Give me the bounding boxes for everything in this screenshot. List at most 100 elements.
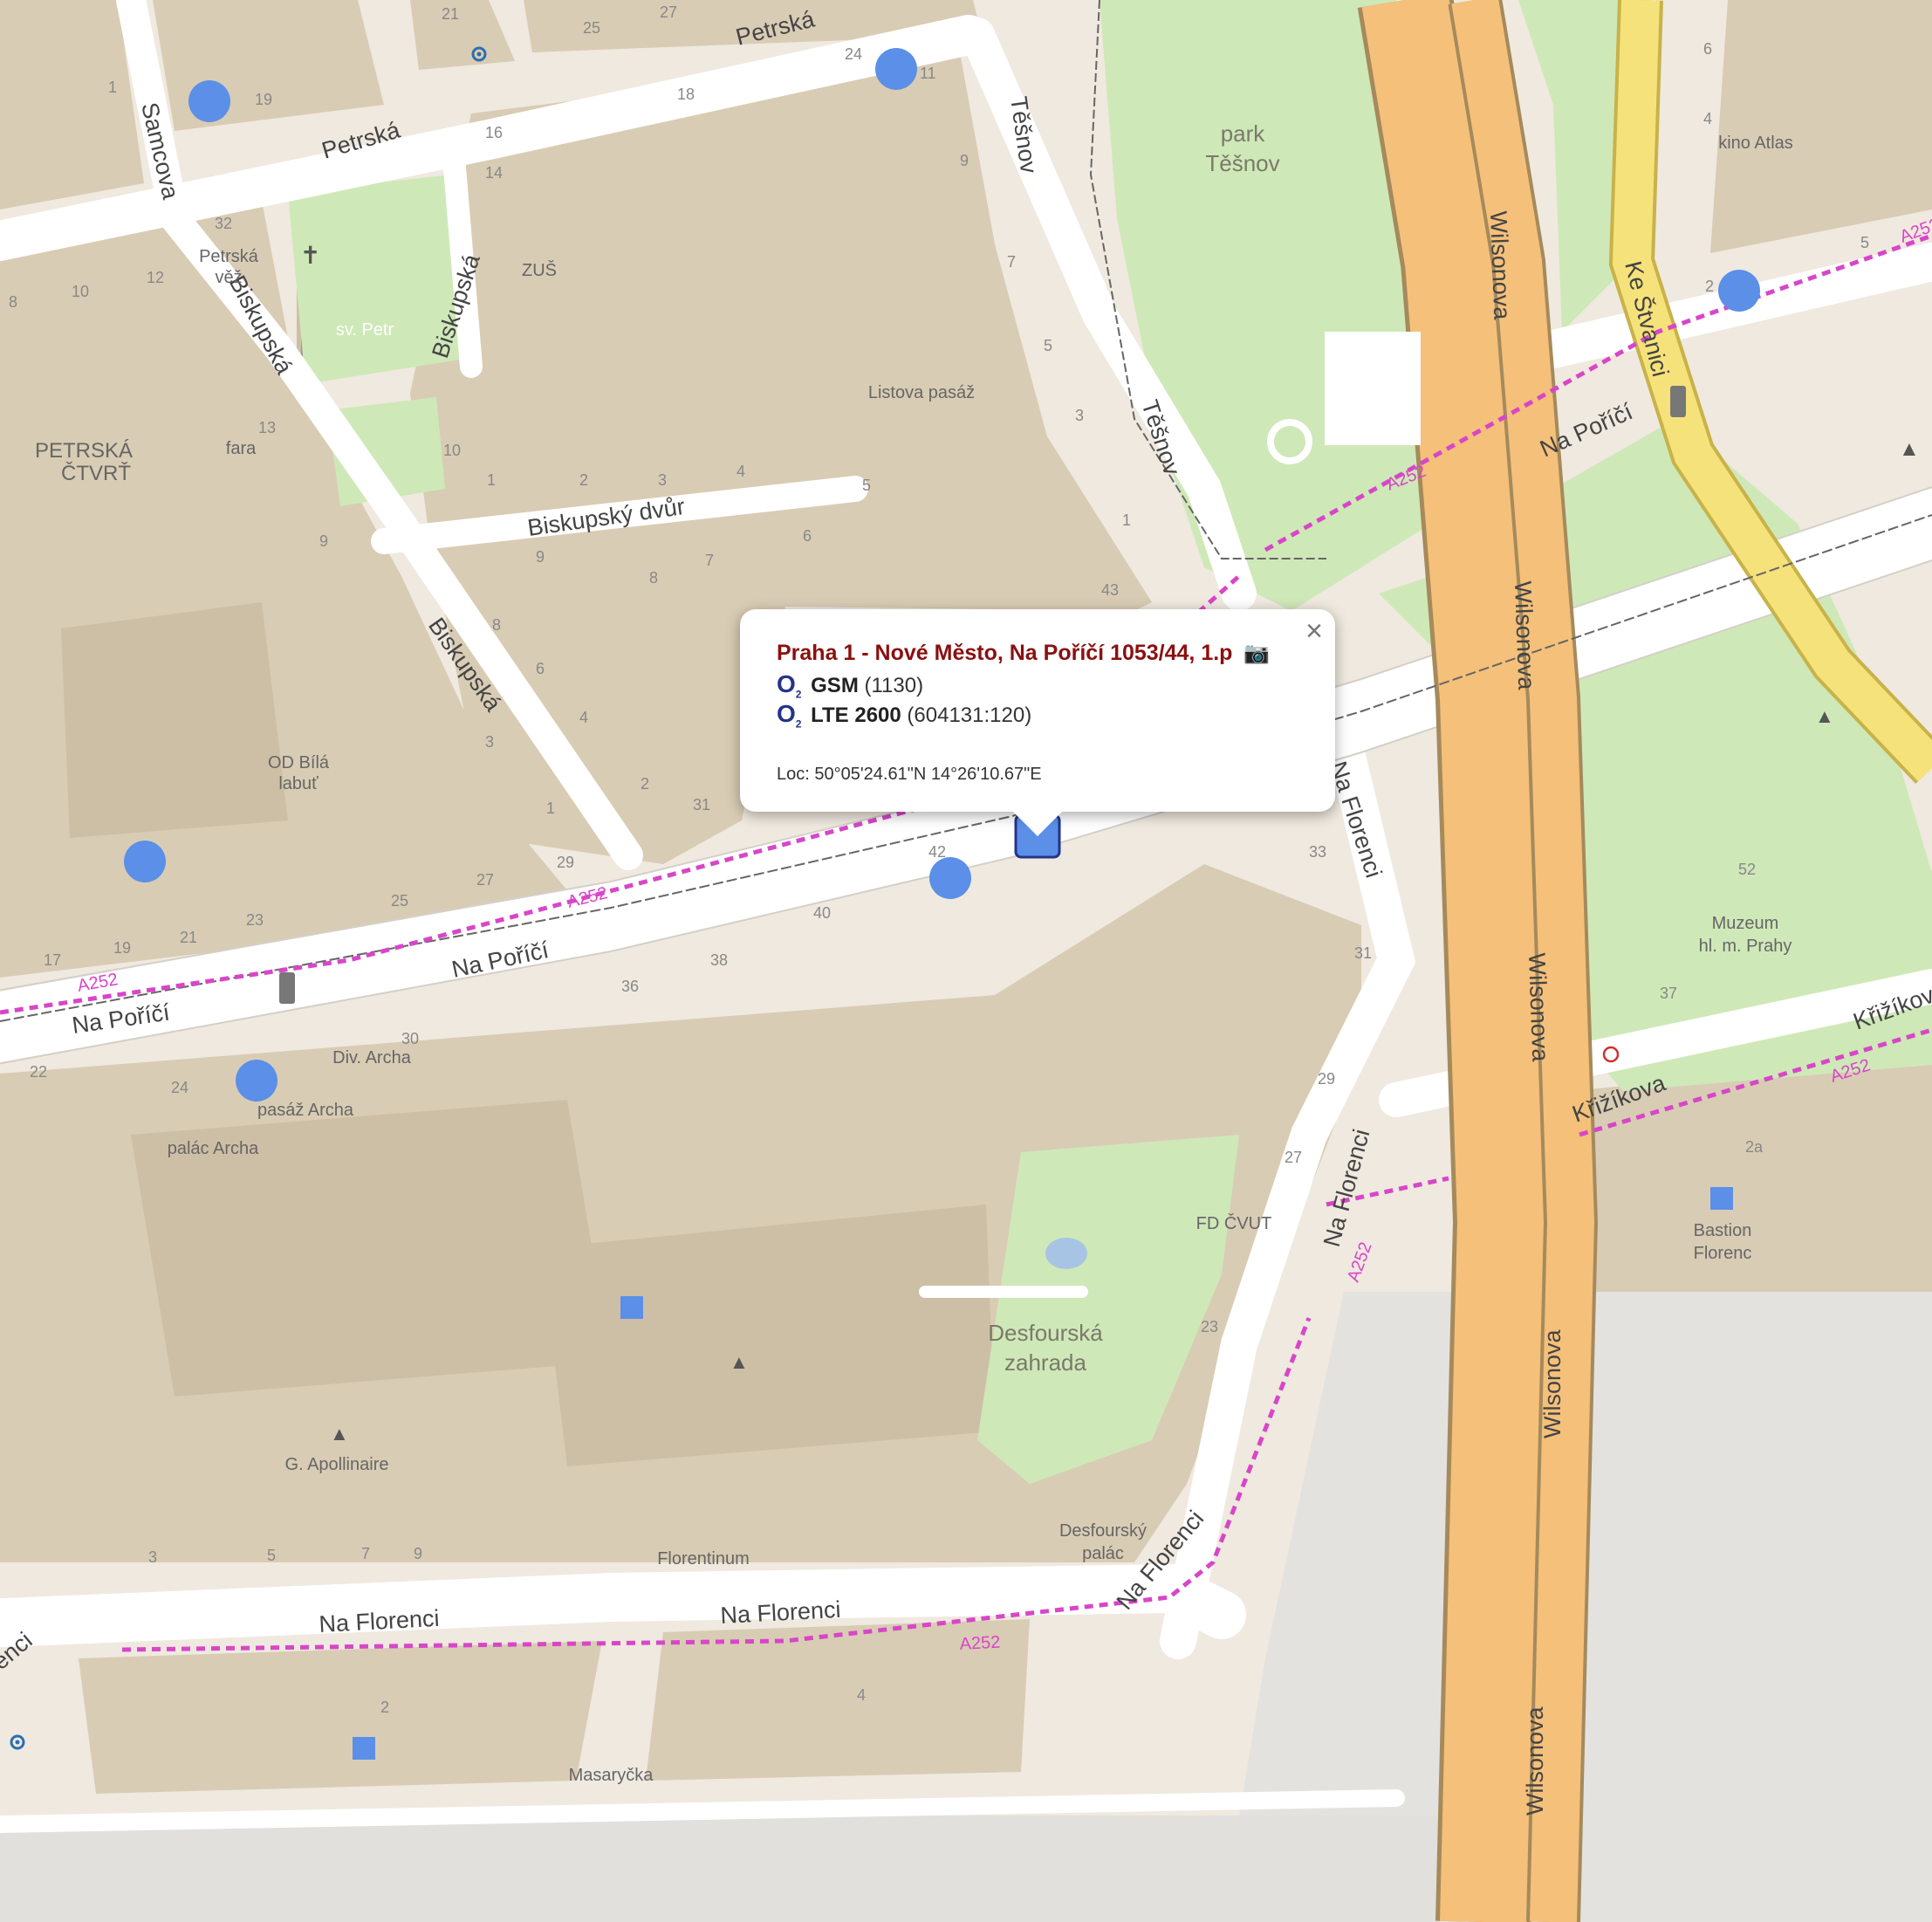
svg-text:17: 17 xyxy=(44,951,61,969)
svg-text:Muzeum: Muzeum xyxy=(1712,914,1779,933)
svg-text:2: 2 xyxy=(641,775,649,793)
svg-text:25: 25 xyxy=(583,19,600,37)
svg-text:kino Atlas: kino Atlas xyxy=(1718,134,1793,153)
svg-text:10: 10 xyxy=(443,442,461,459)
svg-text:29: 29 xyxy=(1318,1070,1335,1088)
svg-text:1: 1 xyxy=(108,79,117,96)
popup-location: Loc: 50°05'24.61"N 14°26'10.67"E xyxy=(777,765,1042,784)
svg-text:27: 27 xyxy=(1285,1149,1302,1166)
tech-label: LTE 2600 xyxy=(811,704,901,727)
svg-text:25: 25 xyxy=(391,892,408,910)
svg-text:7: 7 xyxy=(1007,253,1016,271)
svg-text:36: 36 xyxy=(621,978,639,995)
camera-icon[interactable]: 📷 xyxy=(1243,642,1270,665)
svg-text:21: 21 xyxy=(442,5,459,23)
svg-text:11: 11 xyxy=(920,65,936,82)
svg-text:18: 18 xyxy=(677,86,695,103)
poi-label-park-tesnov-1: park xyxy=(1221,120,1266,147)
svg-text:G. Apollinaire: G. Apollinaire xyxy=(285,1455,389,1474)
svg-text:2: 2 xyxy=(579,471,588,489)
svg-text:13: 13 xyxy=(258,419,276,436)
svg-text:31: 31 xyxy=(693,796,710,813)
svg-text:Petrská: Petrská xyxy=(199,247,259,266)
svg-text:9: 9 xyxy=(536,548,545,566)
svg-text:6: 6 xyxy=(1703,40,1712,58)
svg-text:Bastion: Bastion xyxy=(1694,1221,1752,1240)
site-marker[interactable] xyxy=(1718,270,1760,312)
svg-text:23: 23 xyxy=(1201,1318,1218,1335)
svg-text:4: 4 xyxy=(736,463,745,480)
svg-text:16: 16 xyxy=(485,124,503,141)
site-marker[interactable] xyxy=(929,857,971,899)
pond xyxy=(1045,1238,1087,1269)
svg-text:2: 2 xyxy=(1705,278,1714,295)
street-label-wilsonova-4: Wilsonova xyxy=(1539,1328,1565,1438)
svg-text:fara: fara xyxy=(226,439,257,458)
svg-text:21: 21 xyxy=(180,929,197,946)
svg-text:1: 1 xyxy=(1122,511,1131,529)
site-marker-square[interactable] xyxy=(353,1737,375,1760)
site-marker-square[interactable] xyxy=(620,1296,643,1319)
white-building xyxy=(1325,332,1421,445)
svg-text:10: 10 xyxy=(72,283,89,300)
popup-tip xyxy=(1011,810,1064,836)
svg-text:palác Archa: palác Archa xyxy=(168,1139,259,1158)
svg-text:7: 7 xyxy=(361,1545,370,1562)
svg-text:52: 52 xyxy=(1738,861,1756,878)
svg-text:3: 3 xyxy=(658,471,667,489)
street-label-wilsonova: Wilsonova xyxy=(1485,210,1515,320)
svg-text:29: 29 xyxy=(557,854,574,871)
svg-text:43: 43 xyxy=(1101,581,1119,599)
poi-label-desfourska-2: zahrada xyxy=(1004,1349,1086,1376)
site-marker[interactable] xyxy=(124,841,166,882)
svg-text:5: 5 xyxy=(862,477,871,494)
svg-text:37: 37 xyxy=(1660,985,1677,1002)
svg-text:3: 3 xyxy=(485,733,494,751)
site-marker[interactable] xyxy=(236,1060,277,1102)
svg-text:PETRSKÁ: PETRSKÁ xyxy=(35,439,133,463)
svg-text:38: 38 xyxy=(710,951,728,969)
svg-text:32: 32 xyxy=(215,215,232,232)
o2-logo-icon: O2 xyxy=(777,700,802,731)
traffic-light-icon xyxy=(1670,386,1686,417)
svg-text:27: 27 xyxy=(660,3,677,21)
svg-text:Div. Archa: Div. Archa xyxy=(332,1048,412,1067)
svg-text:12: 12 xyxy=(147,269,164,286)
svg-text:3: 3 xyxy=(148,1548,157,1566)
map-canvas[interactable]: Petrská Petrská Samcova Biskupská Biskup… xyxy=(0,0,1932,1922)
svg-text:8: 8 xyxy=(9,293,17,311)
tech-detail: (1130) xyxy=(864,674,924,697)
site-marker[interactable] xyxy=(875,48,917,90)
svg-text:FD ČVUT: FD ČVUT xyxy=(1196,1213,1272,1233)
map-tiles: Petrská Petrská Samcova Biskupská Biskup… xyxy=(0,0,1932,1922)
svg-text:palác: palác xyxy=(1082,1544,1124,1563)
popup-title[interactable]: Praha 1 - Nové Město, Na Poříčí 1053/44,… xyxy=(777,641,1270,666)
site-popup: × Praha 1 - Nové Město, Na Poříčí 1053/4… xyxy=(740,609,1335,836)
svg-text:4: 4 xyxy=(579,709,588,726)
monument-icon: ▲ xyxy=(1815,705,1834,727)
rail-area-bottom xyxy=(0,1816,1440,1922)
svg-text:9: 9 xyxy=(414,1545,422,1562)
svg-text:5: 5 xyxy=(1044,337,1052,354)
svg-text:Masaryčka: Masaryčka xyxy=(569,1766,654,1785)
svg-text:Desfourský: Desfourský xyxy=(1059,1521,1147,1541)
monument-icon: ▲ xyxy=(1899,437,1920,461)
svg-text:Florenc: Florenc xyxy=(1694,1244,1752,1263)
street-label-wilsonova-5: Wilsonova xyxy=(1522,1706,1548,1816)
popup-close-button[interactable]: × xyxy=(1305,616,1323,646)
popup-row-gsm: O2 GSM (1130) xyxy=(777,670,923,701)
popup-title-text: Praha 1 - Nové Město, Na Poříčí 1053/44,… xyxy=(777,641,1233,665)
tech-detail: (604131:120) xyxy=(907,704,1032,727)
svg-text:Florentinum: Florentinum xyxy=(657,1549,750,1568)
tech-label: GSM xyxy=(811,674,859,697)
site-marker[interactable] xyxy=(188,80,230,122)
svg-text:1: 1 xyxy=(546,800,555,817)
svg-text:věž: věž xyxy=(215,268,242,287)
svg-text:6: 6 xyxy=(536,660,545,677)
svg-text:2: 2 xyxy=(380,1699,389,1716)
svg-text:8: 8 xyxy=(492,616,501,634)
svg-text:42: 42 xyxy=(928,843,946,861)
svg-text:A252: A252 xyxy=(959,1633,1001,1654)
svg-text:23: 23 xyxy=(246,911,264,929)
site-marker-square[interactable] xyxy=(1710,1187,1733,1210)
